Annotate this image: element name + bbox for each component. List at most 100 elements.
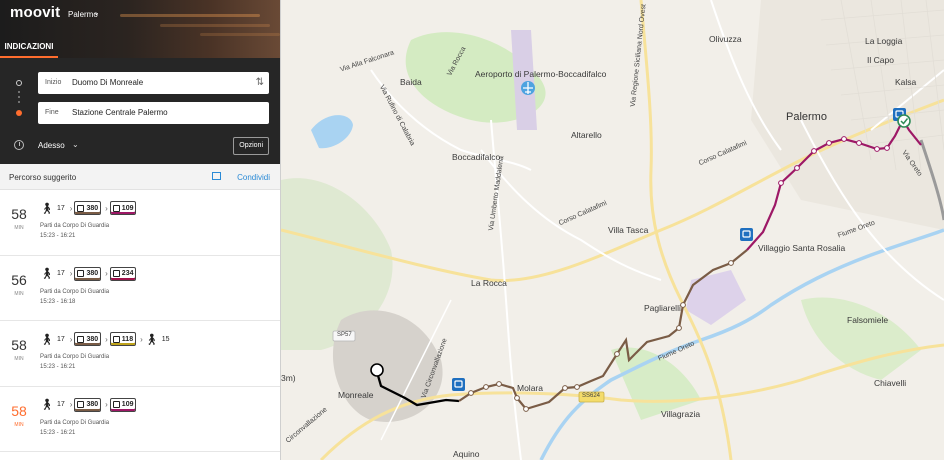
chevron-right-icon: › (105, 269, 108, 278)
chevron-right-icon: › (69, 269, 73, 278)
route-duration: 58 (11, 206, 27, 222)
bus-icon (77, 204, 85, 212)
destination-check-icon (897, 114, 911, 128)
bus-line-number: 234 (121, 270, 134, 277)
bus-line-badge: 109 (109, 397, 137, 412)
road-shield-label: SS624 (582, 393, 601, 399)
share-icon[interactable] (212, 172, 221, 180)
bus-line-badge: 109 (109, 201, 137, 215)
moovit-logo[interactable]: moovit (10, 4, 60, 21)
route-list: 58 MIN 🚶︎ 17 › 380 › 109 Parti da Corpo … (0, 190, 280, 452)
map-label: Falsomiele (847, 315, 889, 325)
bus-line-number: 380 (86, 335, 99, 343)
chevron-right-icon: › (140, 334, 143, 344)
map-label: Villagrazia (661, 409, 701, 419)
route-time-range: 15:23 - 16:21 (40, 364, 76, 370)
map-label: 3m) (281, 373, 296, 383)
origin-label: Inizio (45, 79, 62, 86)
bus-line-badge: 234 (109, 266, 137, 281)
map-label: Molara (517, 383, 543, 393)
origin-field[interactable]: Inizio Duomo Di Monreale ⇅ (38, 72, 269, 94)
chevron-right-icon: › (105, 400, 108, 409)
share-link[interactable]: Condividi (237, 173, 270, 182)
map-label: La Rocca (471, 278, 507, 288)
route-duration: 58 (11, 337, 27, 353)
map-label: Aeroporto di Palermo-Boccadifalco (475, 69, 607, 79)
map[interactable]: Olivuzza La Loggia Il Capo Kalsa Palermo… (281, 0, 944, 460)
airport-icon (521, 81, 535, 95)
chevron-right-icon: › (105, 203, 108, 213)
route-steps: 🚶︎ 17 › 380 › 109 (40, 397, 138, 413)
bus-line-badge: 380 (74, 201, 102, 215)
sidebar: moovit Palermo ⌄ INDICAZIONI Inizio Duom… (0, 0, 281, 460)
walk-minutes: 17 (56, 204, 65, 212)
route-steps: 🚶︎ 17 › 380 › 109 (40, 200, 138, 216)
clock-icon (14, 140, 24, 150)
header-decoration (120, 14, 260, 17)
bus-line-number: 380 (86, 401, 99, 408)
map-label: Kalsa (895, 77, 917, 87)
map-label: La Loggia (865, 36, 903, 46)
bus-line-badge: 118 (109, 332, 137, 346)
destination-field[interactable]: Fine Stazione Centrale Palermo (38, 102, 269, 124)
route-duration: 58 (11, 402, 27, 419)
chevron-right-icon: › (69, 334, 73, 344)
results-header: Percorso suggerito Condividi (0, 164, 280, 190)
walk-minutes-end: 15 (161, 335, 170, 343)
bus-icon (77, 270, 85, 277)
bus-line-number: 380 (86, 270, 99, 277)
map-label: Baida (400, 77, 422, 87)
chevron-right-icon: › (69, 400, 73, 409)
destination-value[interactable]: Stazione Centrale Palermo (72, 108, 168, 117)
search-panel: Inizio Duomo Di Monreale ⇅ Fine Stazione… (0, 58, 280, 164)
departure-time-selector[interactable]: Adesso (38, 141, 65, 150)
bus-icon (112, 270, 120, 277)
chevron-down-icon[interactable]: ⌄ (93, 8, 100, 17)
route-departure-stop: Parti da Corpo Di Guardia (40, 419, 110, 426)
chevron-down-icon[interactable]: ⌄ (72, 140, 79, 149)
route-duration-unit: MIN (14, 356, 24, 362)
map-label: Aquino (453, 449, 480, 459)
map-label: Villa Tasca (608, 225, 649, 235)
route-dots-icon (18, 96, 20, 98)
map-label: Villaggio Santa Rosalia (758, 243, 846, 253)
map-label: Olivuzza (709, 34, 742, 44)
origin-dot-icon (16, 80, 22, 86)
destination-label: Fine (45, 109, 59, 116)
route-item[interactable]: 58 MIN 🚶︎ 17 › 380 › 109 Parti da Corpo … (0, 190, 280, 256)
tab-indicazioni[interactable]: INDICAZIONI (0, 38, 58, 58)
bus-icon (77, 401, 85, 408)
bus-icon (112, 401, 120, 408)
route-steps: 🚶︎ 17 › 380 › 118 › 🚶︎ 15 (40, 331, 173, 347)
bus-line-number: 380 (86, 204, 99, 212)
options-button[interactable]: Opzioni (233, 137, 269, 155)
map-label: Chiavelli (874, 378, 907, 388)
bus-line-number: 109 (121, 204, 134, 212)
route-dots-icon (18, 91, 20, 93)
bus-icon (112, 204, 120, 212)
route-item[interactable]: 58 MIN 🚶︎ 17 › 380 › 118 › 🚶︎ 15 Parti d… (0, 321, 280, 387)
road-shield-label: SP57 (337, 332, 352, 338)
bus-stop-marker-icon (740, 228, 753, 241)
bus-line-number: 109 (121, 401, 134, 408)
bus-line-number: 118 (121, 335, 134, 343)
chevron-right-icon: › (69, 203, 73, 213)
walk-icon: 🚶︎ (40, 268, 54, 280)
map-label: Pagliarelli (644, 303, 681, 313)
route-time-range: 15:23 - 16:18 (40, 298, 76, 305)
route-duration-unit: MIN (14, 421, 24, 428)
walk-icon: 🚶︎ (40, 399, 54, 411)
bus-icon (112, 335, 120, 343)
origin-pin-icon (370, 363, 384, 377)
origin-value[interactable]: Duomo Di Monreale (72, 78, 143, 87)
route-item[interactable]: 56 MIN 🚶︎ 17 › 380 › 234 Parti da Corpo … (0, 255, 280, 321)
map-label: Il Capo (867, 55, 894, 65)
swap-icon[interactable]: ⇅ (256, 77, 264, 88)
map-label: Boccadifalco (452, 152, 501, 162)
walk-icon: 🚶︎ (40, 202, 54, 215)
route-item-selected[interactable]: 58 MIN 🚶︎ 17 › 380 › 109 Parti da Corpo … (0, 386, 280, 452)
route-steps: 🚶︎ 17 › 380 › 234 (40, 266, 138, 282)
route-time-range: 15:23 - 16:21 (40, 233, 76, 239)
header-decoration (200, 33, 280, 36)
map-label: Palermo (786, 111, 827, 123)
